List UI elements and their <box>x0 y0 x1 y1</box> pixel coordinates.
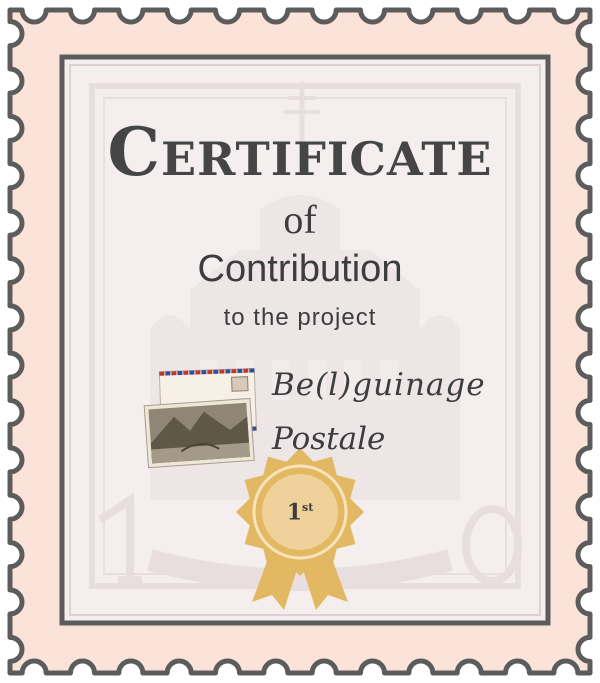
rank-suffix: st <box>302 501 314 514</box>
envelope-stripe <box>243 368 249 373</box>
envelope-stripe <box>237 368 243 374</box>
envelope-stripe <box>171 371 177 376</box>
envelope-stripe <box>207 369 213 375</box>
envelope-stripe <box>177 370 183 376</box>
perforated-stamp-frame <box>7 7 593 676</box>
envelope-stripe <box>225 369 231 374</box>
rank-badge-text: 1st <box>270 493 330 527</box>
envelope-stripe <box>195 370 201 375</box>
envelope-stripe <box>213 369 219 374</box>
certificate-stage: Certificate of Contribution to the proje… <box>0 0 600 683</box>
envelope-stamp <box>231 376 249 392</box>
postcard-photo <box>143 397 255 469</box>
certificate-contribution-text: Contribution <box>197 248 403 290</box>
envelope-stripe <box>219 369 225 374</box>
envelope-stripe <box>183 370 189 375</box>
envelope-stripe <box>189 370 195 375</box>
certificate-title: Certificate <box>107 113 493 191</box>
envelope-stripe <box>165 371 171 376</box>
rank-number: 1 <box>286 499 303 526</box>
envelope-stripe <box>201 370 207 375</box>
envelope-stripe <box>231 369 237 374</box>
project-name-line1: Be(l)guinage <box>272 367 486 403</box>
envelope-stripe <box>159 371 165 376</box>
postcard-photo-icon <box>143 367 257 469</box>
certificate-of-text: of <box>283 197 317 242</box>
project-name-line2: Postale <box>272 421 386 457</box>
envelope-stripe <box>249 368 255 373</box>
project-intro-text: to the project <box>223 304 377 331</box>
